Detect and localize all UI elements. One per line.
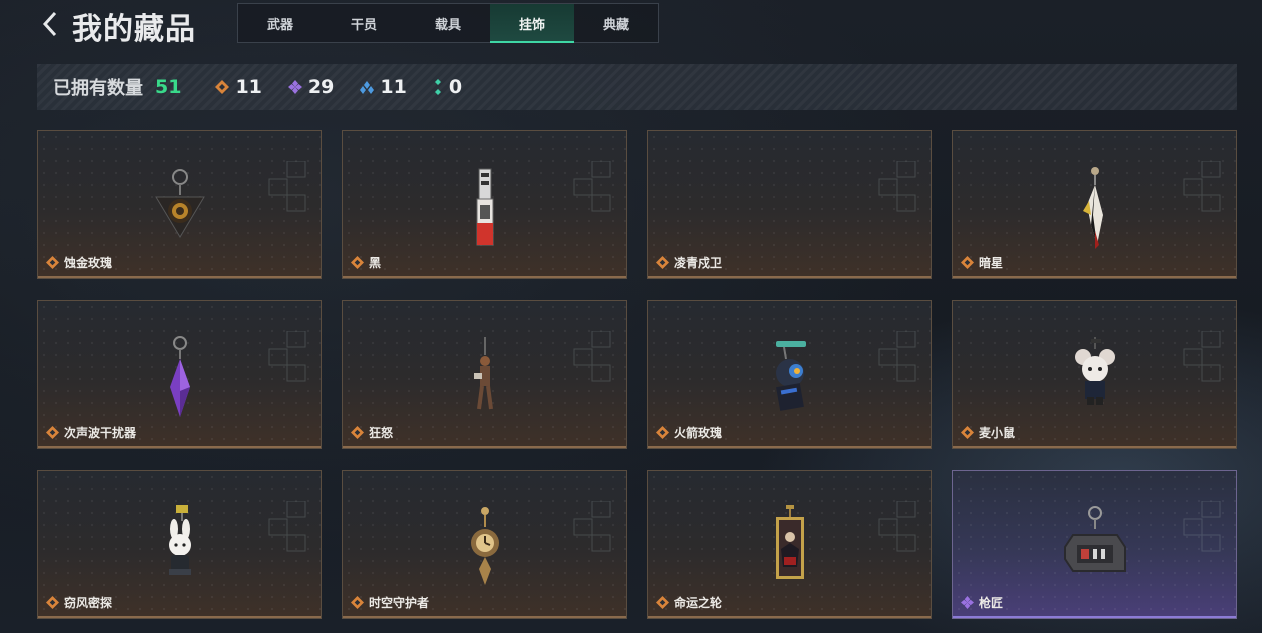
- charm-name: 凌青戍卫: [674, 256, 723, 270]
- mouse-charm-icon: [1065, 335, 1125, 425]
- card-charm-icon: [455, 165, 515, 255]
- rarity-count-purple: 29: [287, 76, 335, 98]
- purple-diamond-icon: [961, 596, 974, 609]
- grid-deco-icon: [1183, 501, 1221, 552]
- back-button[interactable]: [36, 8, 64, 40]
- rarity-count-green: 0: [433, 76, 462, 98]
- grid-deco-icon: [878, 331, 916, 382]
- charm-card[interactable]: 时空守护者: [342, 470, 627, 619]
- grid-deco-icon: [878, 501, 916, 552]
- rarity-count-blue: 11: [360, 76, 407, 98]
- orange-diamond-icon: [46, 596, 59, 609]
- orange-diamond-icon: [656, 426, 669, 439]
- charm-grid: 蚀金玫瑰 黑 凌青戍卫 暗星 次声波干扰器 狂怒 火箭玫瑰 麦小鼠 窃风密探 时…: [37, 130, 1237, 619]
- grid-deco-icon: [573, 161, 611, 212]
- charm-card[interactable]: 命运之轮: [647, 470, 932, 619]
- orange-diamond-icon: [46, 426, 59, 439]
- tab-vehicles[interactable]: 载具: [406, 4, 490, 42]
- charm-name: 时空守护者: [369, 596, 430, 610]
- charm-name: 蚀金玫瑰: [64, 256, 113, 270]
- grid-deco-icon: [268, 161, 306, 212]
- blue-diamond-icon: [360, 81, 375, 94]
- orange-diamond-icon: [961, 426, 974, 439]
- orange-diamond-icon: [656, 256, 669, 269]
- grid-deco-icon: [1183, 331, 1221, 382]
- card-name: 凌青戍卫: [656, 254, 722, 271]
- charm-card[interactable]: 蚀金玫瑰: [37, 130, 322, 279]
- owned-stats-bar: 已拥有数量 51 11 29 11 0: [37, 64, 1237, 110]
- frame-charm-icon: [760, 505, 820, 595]
- page-title: 我的藏品: [72, 12, 196, 47]
- charm-card[interactable]: 暗星: [952, 130, 1237, 279]
- owned-label: 已拥有数量: [53, 78, 143, 99]
- orange-diamond-icon: [351, 426, 364, 439]
- charm-name: 枪匠: [979, 596, 1004, 610]
- card-name: 次声波干扰器: [46, 424, 136, 441]
- box-charm-icon: [1055, 505, 1135, 595]
- charm-card[interactable]: 麦小鼠: [952, 300, 1237, 449]
- charm-card[interactable]: 枪匠: [952, 470, 1237, 619]
- rabbit-charm-icon: [150, 505, 210, 595]
- charm-name: 次声波干扰器: [64, 426, 137, 440]
- orange-diamond-icon: [961, 256, 974, 269]
- chevron-left-icon: [42, 11, 57, 37]
- charm-name: 暗星: [979, 256, 1004, 270]
- card-name: 麦小鼠: [961, 424, 1015, 441]
- grid-deco-icon: [268, 501, 306, 552]
- rarity-count: 0: [448, 76, 463, 98]
- grid-deco-icon: [1183, 161, 1221, 212]
- card-name: 蚀金玫瑰: [46, 254, 112, 271]
- category-tabs: 武器 干员 载具 挂饰 典藏: [237, 3, 659, 43]
- charm-name: 麦小鼠: [979, 426, 1016, 440]
- charm-card[interactable]: 狂怒: [342, 300, 627, 449]
- grid-deco-icon: [573, 331, 611, 382]
- card-name: 窃风密探: [46, 594, 112, 611]
- charm-card[interactable]: 黑: [342, 130, 627, 279]
- card-name: 黑: [351, 254, 381, 271]
- card-name: 命运之轮: [656, 594, 722, 611]
- robot-charm-icon: [760, 335, 820, 425]
- green-dots-icon: [434, 79, 441, 95]
- tab-charms[interactable]: 挂饰: [490, 4, 574, 43]
- tab-collection[interactable]: 典藏: [574, 4, 658, 42]
- crystal-charm-icon: [150, 335, 210, 425]
- rose-charm-icon: [150, 165, 210, 255]
- rarity-count-orange: 11: [215, 76, 262, 98]
- charm-name: 命运之轮: [674, 596, 723, 610]
- rarity-count: 29: [307, 76, 335, 98]
- card-name: 枪匠: [961, 594, 1003, 611]
- card-name: 暗星: [961, 254, 1003, 271]
- orange-diamond-icon: [351, 596, 364, 609]
- orange-diamond-icon: [46, 256, 59, 269]
- purple-diamond-icon: [287, 80, 302, 94]
- charm-name: 黑: [369, 256, 382, 270]
- charm-card[interactable]: 火箭玫瑰: [647, 300, 932, 449]
- charm-name: 狂怒: [369, 426, 394, 440]
- card-name: 火箭玫瑰: [656, 424, 722, 441]
- feather-charm-icon: [1065, 165, 1125, 255]
- charm-name: 窃风密探: [64, 596, 113, 610]
- clock-charm-icon: [455, 505, 515, 595]
- grid-deco-icon: [878, 161, 916, 212]
- rarity-count: 11: [380, 76, 407, 98]
- charm-card[interactable]: 窃风密探: [37, 470, 322, 619]
- rarity-count: 11: [235, 76, 262, 98]
- orange-diamond-icon: [215, 80, 230, 94]
- card-name: 时空守护者: [351, 594, 429, 611]
- header: 我的藏品 武器 干员 载具 挂饰 典藏: [0, 0, 1262, 50]
- orange-diamond-icon: [656, 596, 669, 609]
- grid-deco-icon: [573, 501, 611, 552]
- tab-weapons[interactable]: 武器: [238, 4, 322, 42]
- tab-operators[interactable]: 干员: [322, 4, 406, 42]
- owned-total: 51: [155, 76, 182, 98]
- orange-diamond-icon: [351, 256, 364, 269]
- charm-card[interactable]: 次声波干扰器: [37, 300, 322, 449]
- charm-name: 火箭玫瑰: [674, 426, 723, 440]
- grid-deco-icon: [268, 331, 306, 382]
- figure-charm-icon: [455, 335, 515, 425]
- card-name: 狂怒: [351, 424, 393, 441]
- charm-card[interactable]: 凌青戍卫: [647, 130, 932, 279]
